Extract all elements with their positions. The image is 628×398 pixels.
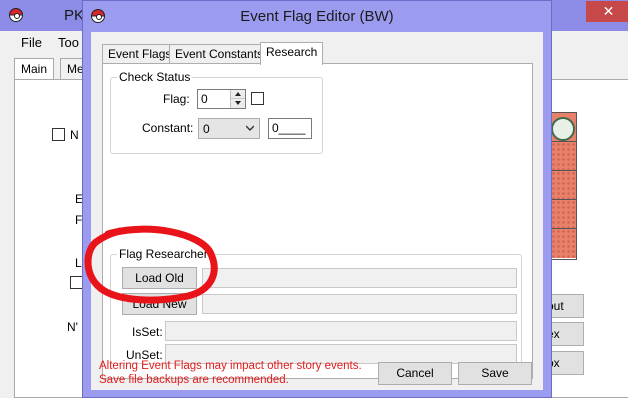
warning-text: Altering Event Flags may impact other st…	[99, 359, 362, 387]
constant-value-field[interactable]: 0____	[268, 118, 312, 139]
background-checkbox[interactable]	[52, 128, 65, 141]
chevron-down-icon	[246, 125, 254, 131]
save-label: Save	[481, 366, 509, 380]
constant-selected: 0	[203, 122, 210, 136]
flag-label: Flag:	[163, 92, 190, 106]
check-status-title: Check Status	[117, 70, 193, 84]
background-window-title: PK	[64, 7, 85, 24]
isset-label: IsSet:	[132, 325, 163, 339]
arrow-up-icon	[235, 92, 241, 96]
load-new-path-field[interactable]	[202, 294, 517, 314]
check-status-group: Check Status Flag: 0 Constant: 0 0____	[110, 70, 323, 154]
flag-spinner-buttons	[230, 90, 245, 108]
arrow-down-icon	[235, 101, 241, 105]
menu-file[interactable]: File	[21, 35, 42, 50]
warning-line-2: Save file backups are recommended.	[99, 374, 289, 386]
cancel-label: Cancel	[396, 366, 434, 380]
close-icon: ✕	[602, 3, 615, 19]
isset-field[interactable]	[165, 321, 517, 341]
background-tab-main[interactable]: Main	[14, 58, 55, 81]
cancel-button[interactable]: Cancel	[378, 362, 452, 385]
close-button[interactable]: ✕	[586, 1, 628, 22]
tab-event-flags[interactable]: Event Flags	[102, 44, 178, 64]
dialog-client-area: Event Flags Event Constants Research Che…	[91, 32, 543, 390]
save-button[interactable]: Save	[458, 362, 532, 385]
background-label-ns: N'	[67, 320, 78, 334]
tab-event-constants[interactable]: Event Constants	[169, 44, 270, 64]
warning-line-1: Altering Event Flags may impact other st…	[99, 360, 362, 372]
constant-value: 0____	[272, 121, 306, 135]
load-old-button[interactable]: Load Old	[122, 267, 197, 289]
flag-value: 0	[201, 92, 208, 106]
spinner-up-button[interactable]	[231, 90, 245, 99]
load-new-label: Load New	[132, 297, 187, 311]
load-old-label: Load Old	[135, 271, 184, 285]
menu-tools[interactable]: Too	[58, 35, 79, 50]
dialog-title: Event Flag Editor (BW)	[240, 8, 394, 25]
constant-dropdown[interactable]: 0	[198, 118, 260, 139]
spinner-down-button[interactable]	[231, 99, 245, 108]
pokeball-icon	[9, 8, 23, 22]
load-new-button[interactable]: Load New	[122, 293, 197, 315]
flag-researcher-title: Flag Researcher	[117, 247, 210, 261]
research-tab-page: Check Status Flag: 0 Constant: 0 0____ F…	[102, 63, 533, 379]
background-label-n: N	[70, 128, 79, 142]
flag-spinner[interactable]: 0	[197, 89, 246, 109]
flag-checkbox[interactable]	[251, 92, 264, 105]
load-old-path-field[interactable]	[202, 268, 517, 288]
flag-researcher-group: Flag Researcher Load Old Load New IsSet:…	[110, 247, 522, 364]
background-label-l: L	[75, 256, 82, 270]
tab-research[interactable]: Research	[260, 42, 324, 65]
event-flag-editor-dialog: Event Flag Editor (BW) ✕ Event Flags Eve…	[82, 0, 628, 398]
constant-label: Constant:	[142, 121, 194, 135]
